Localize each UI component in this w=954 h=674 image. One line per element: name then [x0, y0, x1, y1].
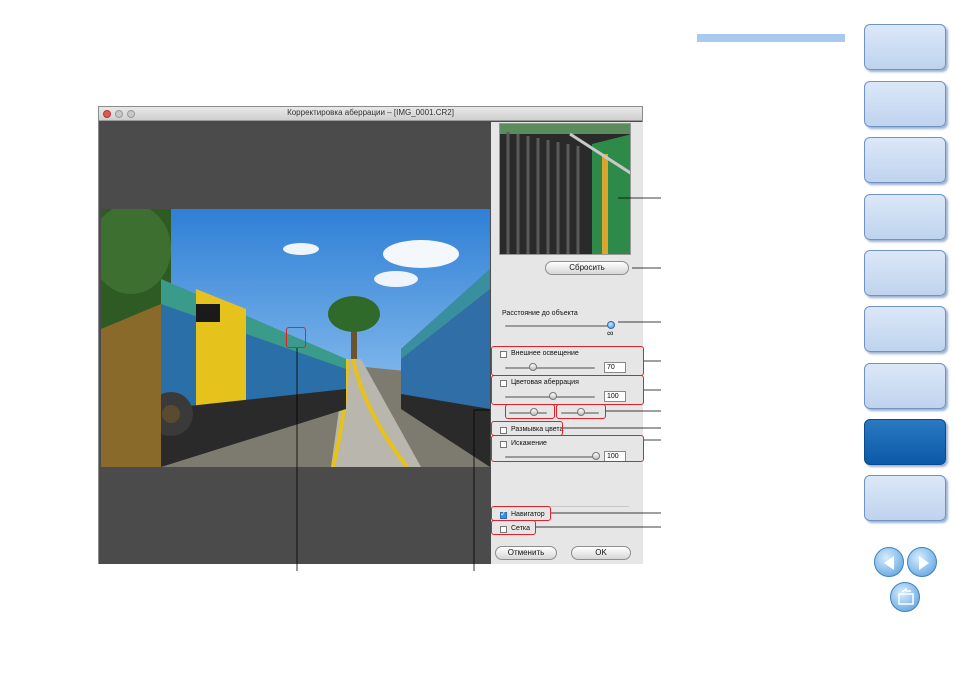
return-icon[interactable] [890, 582, 920, 612]
side-tab-4[interactable] [864, 194, 946, 240]
reset-button[interactable]: Сбросить [545, 261, 629, 275]
highlight-peripheral [491, 346, 644, 376]
infinity-label: ∞ [607, 328, 614, 338]
side-tab-2[interactable] [864, 81, 946, 127]
highlight-chromatic [491, 375, 644, 405]
highlight-navigator [491, 506, 551, 521]
top-accent-bar [697, 34, 845, 42]
side-tab-1[interactable] [864, 24, 946, 70]
settings-panel: Сбросить Расстояние до объекта ∞ Внешнее… [491, 122, 643, 564]
highlight-chroma-red [505, 404, 555, 419]
navigator-thumbnail[interactable] [499, 123, 631, 255]
aberration-window: Корректировка аберрации – [IMG_0001.CR2] [98, 106, 643, 564]
highlight-color-blur [491, 421, 563, 436]
distance-slider-track[interactable] [505, 325, 613, 327]
window-titlebar: Корректировка аберрации – [IMG_0001.CR2] [99, 107, 642, 121]
ok-button[interactable]: OK [571, 546, 631, 560]
side-tab-6[interactable] [864, 306, 946, 352]
prev-arrow-icon[interactable] [874, 547, 904, 577]
side-tab-7[interactable] [864, 363, 946, 409]
side-tab-3[interactable] [864, 137, 946, 183]
highlight-chroma-blue [556, 404, 606, 419]
side-tab-8-active[interactable] [864, 419, 946, 465]
highlight-navigator-frame [286, 327, 306, 348]
cancel-button[interactable]: Отменить [495, 546, 557, 560]
highlight-distortion [491, 435, 644, 462]
distance-label: Расстояние до объекта [502, 310, 578, 317]
side-tab-5[interactable] [864, 250, 946, 296]
side-tab-9[interactable] [864, 475, 946, 521]
next-arrow-icon[interactable] [907, 547, 937, 577]
highlight-grid [491, 520, 536, 535]
window-title: Корректировка аберрации – [IMG_0001.CR2] [287, 108, 454, 117]
